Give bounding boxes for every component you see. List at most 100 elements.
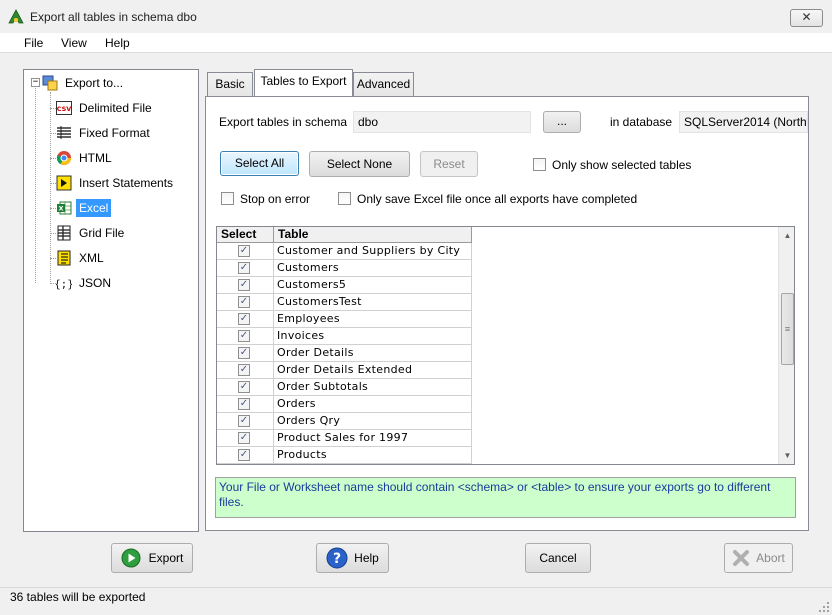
scroll-down-icon[interactable]: ▼ (779, 447, 794, 464)
tab-advanced[interactable]: Advanced (353, 72, 414, 96)
tree-item-html[interactable]: HTML (56, 148, 115, 168)
table-row[interactable]: ✓ Customers (217, 260, 472, 277)
tree-item-label: XML (79, 251, 104, 265)
select-cell: ✓ (217, 430, 274, 447)
window-title: Export all tables in schema dbo (30, 10, 197, 24)
table-row[interactable]: ✓ Orders Qry (217, 413, 472, 430)
excel-icon: X (56, 200, 72, 216)
select-cell: ✓ (217, 311, 274, 328)
tree-item-label: Grid File (79, 226, 125, 240)
row-checkbox[interactable]: ✓ (238, 296, 250, 308)
table-row[interactable]: ✓ CustomersTest (217, 294, 472, 311)
cancel-button[interactable]: Cancel (525, 543, 591, 573)
row-checkbox[interactable]: ✓ (238, 364, 250, 376)
tree-item-grid-file[interactable]: Grid File (56, 223, 127, 243)
resize-grip-icon[interactable] (818, 601, 830, 613)
table-name-cell: Customers (274, 260, 472, 277)
svg-text:?: ? (333, 551, 341, 567)
tree-root-label: Export to... (65, 76, 124, 90)
xml-icon (56, 250, 72, 266)
tab-basic[interactable]: Basic (207, 72, 253, 96)
abort-button[interactable]: Abort (724, 543, 793, 573)
row-checkbox[interactable]: ✓ (238, 330, 250, 342)
tree-item-label: Insert Statements (79, 176, 174, 190)
stop-on-error-checkbox[interactable] (221, 192, 234, 205)
status-text: 36 tables will be exported (10, 590, 146, 604)
row-checkbox[interactable]: ✓ (238, 398, 250, 410)
tree-item-label: Delimited File (79, 101, 152, 115)
abort-icon (733, 550, 750, 566)
export-button[interactable]: Export (111, 543, 193, 573)
save-once-checkbox[interactable] (338, 192, 351, 205)
table-name-cell: Employees (274, 311, 472, 328)
menu-view[interactable]: View (61, 36, 87, 50)
reset-button[interactable]: Reset (420, 151, 478, 177)
row-checkbox[interactable]: ✓ (238, 262, 250, 274)
row-checkbox[interactable]: ✓ (238, 347, 250, 359)
only-selected-checkbox[interactable] (533, 158, 546, 171)
select-none-button[interactable]: Select None (309, 151, 410, 177)
row-checkbox[interactable]: ✓ (238, 415, 250, 427)
browse-schema-button[interactable]: ... (543, 111, 581, 133)
tree-item-excel[interactable]: X Excel (56, 198, 112, 218)
tree-item-fixed-format[interactable]: Fixed Format (56, 123, 153, 143)
select-cell: ✓ (217, 243, 274, 260)
tree-item-json[interactable]: {;} JSON (54, 273, 114, 293)
table-name-cell: Order Details (274, 345, 472, 362)
select-all-button[interactable]: Select All (220, 151, 299, 176)
database-label: in database (610, 115, 673, 129)
column-header-table[interactable]: Table (274, 227, 472, 243)
table-row[interactable]: ✓ Invoices (217, 328, 472, 345)
table-name-cell: Customer and Suppliers by City (274, 243, 472, 260)
row-checkbox[interactable]: ✓ (238, 245, 250, 257)
table-name-cell: Customers5 (274, 277, 472, 294)
scroll-thumb[interactable]: ≡ (781, 293, 794, 365)
table-row[interactable]: ✓ Employees (217, 311, 472, 328)
grid-scrollbar[interactable]: ▲ ≡ ▼ (778, 227, 794, 464)
table-name-cell: Order Subtotals (274, 379, 472, 396)
export-type-tree: − Export to... CSV Delimited File Fixed … (23, 69, 199, 532)
table-row[interactable]: ✓ Products (217, 447, 472, 464)
svg-text:CSV: CSV (57, 105, 72, 113)
cancel-label: Cancel (539, 551, 577, 565)
table-row[interactable]: ✓ Product Sales for 1997 (217, 430, 472, 447)
tree-item-delimited-file[interactable]: CSV Delimited File (56, 98, 155, 118)
schema-label: Export tables in schema (219, 115, 348, 129)
table-row[interactable]: ✓ Customer and Suppliers by City (217, 243, 472, 260)
select-cell: ✓ (217, 447, 274, 464)
table-row[interactable]: ✓ Order Details (217, 345, 472, 362)
abort-label: Abort (756, 551, 785, 565)
menu-help[interactable]: Help (105, 36, 130, 50)
tables-grid: Select Table ✓ Customer and Suppliers by … (216, 226, 795, 465)
database-field[interactable]: SQLServer2014 (Northw (679, 111, 808, 133)
table-row[interactable]: ✓ Order Subtotals (217, 379, 472, 396)
select-cell: ✓ (217, 328, 274, 345)
row-checkbox[interactable]: ✓ (238, 381, 250, 393)
table-row[interactable]: ✓ Orders (217, 396, 472, 413)
tree-item-insert-statements[interactable]: Insert Statements (56, 173, 176, 193)
close-button[interactable]: ✕ (790, 9, 823, 27)
row-checkbox[interactable]: ✓ (238, 313, 250, 325)
table-name-cell: Orders (274, 396, 472, 413)
tree-root[interactable]: Export to... (42, 73, 126, 93)
row-checkbox[interactable]: ✓ (238, 449, 250, 461)
scroll-up-icon[interactable]: ▲ (779, 227, 794, 244)
stop-on-error-label: Stop on error (240, 192, 311, 206)
tree-item-xml[interactable]: XML (56, 248, 107, 268)
table-name-cell: Product Sales for 1997 (274, 430, 472, 447)
table-row[interactable]: ✓ Customers5 (217, 277, 472, 294)
help-icon: ? (326, 547, 348, 569)
table-row[interactable]: ✓ Order Details Extended (217, 362, 472, 379)
help-button[interactable]: ? Help (316, 543, 389, 573)
tree-collapse-toggle[interactable]: − (31, 78, 40, 87)
schema-field[interactable]: dbo (353, 111, 531, 133)
grid-body: ✓ Customer and Suppliers by City ✓ Customer… (217, 243, 472, 464)
export-icon (42, 75, 58, 91)
tab-tables-to-export[interactable]: Tables to Export (254, 69, 353, 96)
row-checkbox[interactable]: ✓ (238, 432, 250, 444)
menu-file[interactable]: File (24, 36, 43, 50)
row-checkbox[interactable]: ✓ (238, 279, 250, 291)
html-icon (56, 150, 72, 166)
table-name-cell: Order Details Extended (274, 362, 472, 379)
column-header-select[interactable]: Select (217, 227, 274, 243)
